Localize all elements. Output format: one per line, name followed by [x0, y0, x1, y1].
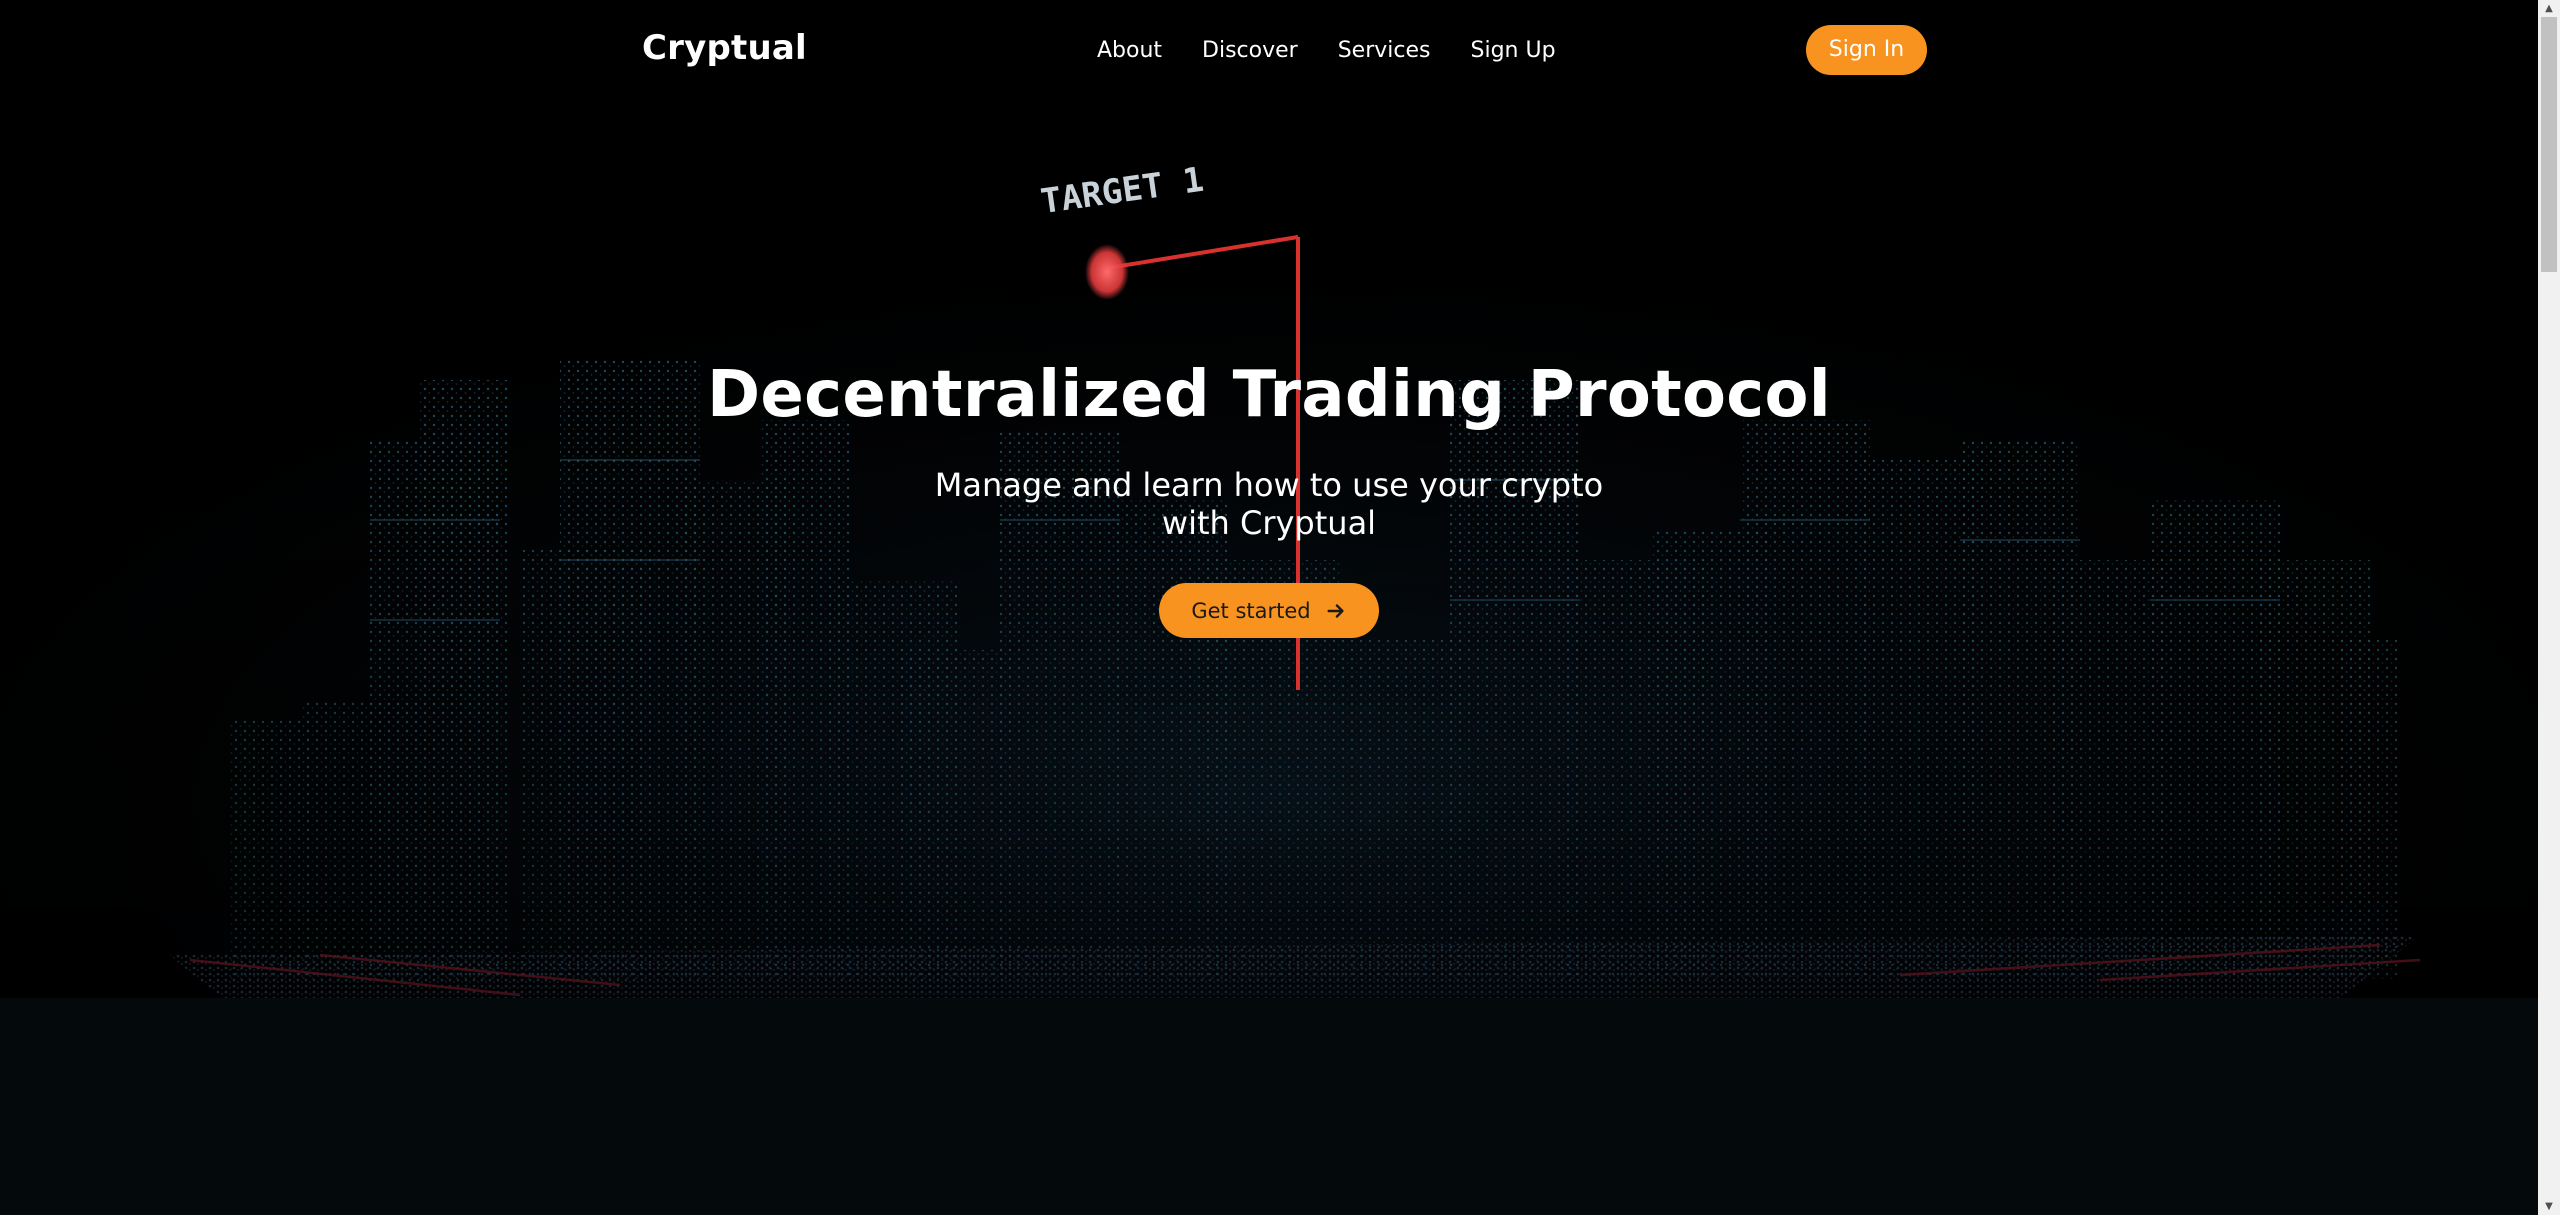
brand-logo[interactable]: Cryptual — [642, 28, 807, 68]
arrow-right-icon — [1327, 603, 1344, 618]
nav-link-sign-up[interactable]: Sign Up — [1471, 36, 1556, 66]
get-started-label: Get started — [1191, 598, 1311, 623]
hero-title: Decentralized Trading Protocol — [706, 358, 1832, 432]
scroll-down-arrow-icon[interactable]: ▼ — [2538, 1198, 2560, 1215]
nav-link-about[interactable]: About — [1097, 36, 1162, 66]
hero-subtitle: Manage and learn how to use your crypto … — [934, 466, 1604, 542]
scrollbar-thumb[interactable] — [2541, 17, 2557, 272]
nav-links: About Discover Services Sign Up — [1097, 36, 1556, 66]
get-started-button[interactable]: Get started — [1159, 583, 1379, 638]
next-section — [0, 998, 2538, 1215]
navbar: Cryptual About Discover Services Sign Up… — [0, 0, 2538, 100]
page: TARGET 1 Cryptual About Discover Service… — [0, 0, 2560, 1215]
sign-in-button[interactable]: Sign In — [1806, 25, 1927, 75]
hero-section: TARGET 1 Cryptual About Discover Service… — [0, 0, 2538, 998]
page-scrollbar[interactable]: ▲ ▼ — [2538, 0, 2560, 1215]
scroll-up-arrow-icon[interactable]: ▲ — [2538, 0, 2560, 17]
nav-link-services[interactable]: Services — [1338, 36, 1431, 66]
nav-link-discover[interactable]: Discover — [1202, 36, 1298, 66]
